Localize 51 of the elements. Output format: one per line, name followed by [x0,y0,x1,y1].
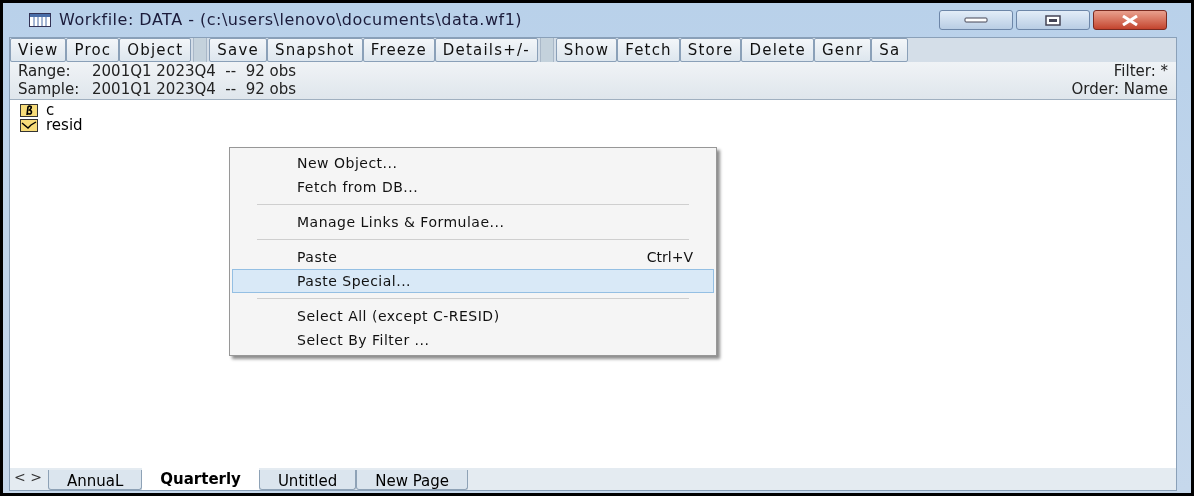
object-name[interactable]: resid [46,118,83,133]
window-title: Workfile: DATA - (c:\users\lenovo\documents\data.wf1) [59,9,523,31]
toolbar-button[interactable]: Freeze [362,38,435,62]
menu-item-label: Select By Filter ... [297,330,430,350]
maximize-button[interactable] [1016,10,1090,30]
menu-item[interactable]: Select By Filter ... [232,328,714,352]
menu-item-label: Fetch from DB... [297,177,419,197]
toolbar-button[interactable]: Store [679,38,742,62]
menu-item[interactable]: Manage Links & Formulae... [232,210,714,234]
menu-item[interactable]: Paste Ctrl+V [232,245,714,269]
object-name[interactable]: c [46,103,55,118]
sample-label: Sample: [18,80,81,98]
menu-item[interactable]: Fetch from DB... [232,175,714,199]
menu-item[interactable]: Paste Special... [232,269,714,293]
page-tab[interactable]: AnnuaL [47,470,143,490]
table-icon [29,13,51,27]
sample-value: 2001Q1 2023Q4 -- 92 obs [92,80,297,98]
beta-icon [20,104,38,117]
toolbar-button[interactable]: Proc [66,38,120,62]
toolbar-button[interactable]: Fetch [617,38,680,62]
menu-item-label: Select All (except C-RESID) [297,306,500,326]
toolbar-button[interactable]: View [10,38,67,62]
close-button[interactable] [1093,10,1167,30]
line-chart-icon [20,119,38,132]
order-label: Order: Name [1071,80,1168,98]
toolbar-button[interactable]: Save [209,38,267,62]
menu-item-label: Manage Links & Formulae... [297,212,505,232]
page-nav-arrows[interactable]: < > [14,467,42,488]
menu-item[interactable]: New Object... [232,151,714,175]
toolbar-button[interactable]: Snapshot [266,38,363,62]
menu-item-label: Paste [297,247,338,267]
page-tab[interactable]: New Page [356,470,469,490]
maximize-icon [1045,14,1061,26]
toolbar-button[interactable]: Show [555,38,618,62]
page-tab[interactable]: Quarterly [142,468,259,490]
range-value: 2001Q1 2023Q4 -- 92 obs [92,62,297,80]
toolbar-button[interactable]: Genr [813,38,872,62]
minimize-button[interactable] [939,10,1013,30]
menu-item-label: New Object... [297,153,398,173]
menu-shortcut: Ctrl+V [646,247,693,267]
range-label: Range: [18,62,72,80]
filter-label: Filter: * [1113,62,1168,80]
menu-item[interactable]: Select All (except C-RESID) [232,304,714,328]
toolbar-button[interactable]: Delete [741,38,814,62]
page-tab[interactable]: Untitled [258,470,357,490]
toolbar-button[interactable]: Sa [871,38,909,62]
menu-item-label: Paste Special... [297,271,412,291]
close-icon [1120,14,1140,26]
minimize-icon [964,17,988,23]
toolbar-button[interactable]: Object [119,38,192,62]
toolbar-button[interactable]: Details+/- [434,38,538,62]
